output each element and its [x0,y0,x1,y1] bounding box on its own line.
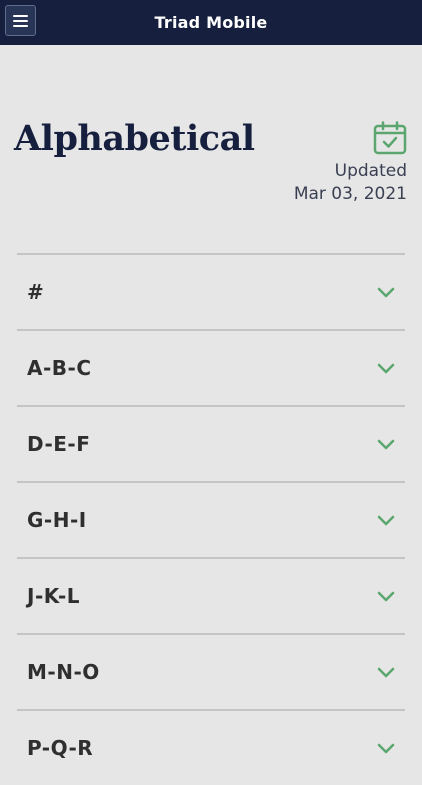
updated-date: Mar 03, 2021 [293,184,407,204]
section-label: P-Q-R [27,736,94,760]
section-row-ghi[interactable]: G-H-I [17,481,405,557]
updated-info: Updated Mar 03, 2021 [294,160,407,206]
chevron-down-icon [377,515,395,525]
section-row-mno[interactable]: M-N-O [17,633,405,709]
section-row-jkl[interactable]: J-K-L [17,557,405,633]
chevron-down-icon [377,439,395,449]
chevron-down-icon [377,363,395,373]
chevron-down-icon [377,287,395,297]
section-row-abc[interactable]: A-B-C [17,329,405,405]
chevron-down-icon [377,743,395,753]
section-row-def[interactable]: D-E-F [17,405,405,481]
app-title: Triad Mobile [154,13,268,32]
section-label: D-E-F [27,432,91,456]
chevron-down-icon [377,591,395,601]
hamburger-line [13,24,28,27]
updated-label: Updated [334,161,407,181]
top-nav-bar: Triad Mobile [0,0,422,45]
section-label: G-H-I [27,508,87,532]
page-title: Alphabetical [14,118,255,159]
section-row-hash[interactable]: # [17,253,405,329]
section-row-pqr[interactable]: P-Q-R [17,709,405,785]
chevron-down-icon [377,667,395,677]
section-label: # [27,280,45,304]
section-label: J-K-L [27,584,81,608]
alphabet-section-list: # A-B-C D-E-F G-H-I J-K-L M-N-O P-Q-R [17,253,405,785]
section-label: A-B-C [27,356,92,380]
hamburger-menu-icon [13,14,28,17]
calendar-check-icon [373,121,407,155]
section-label: M-N-O [27,660,100,684]
hamburger-line [13,19,28,22]
menu-button[interactable] [5,5,36,36]
